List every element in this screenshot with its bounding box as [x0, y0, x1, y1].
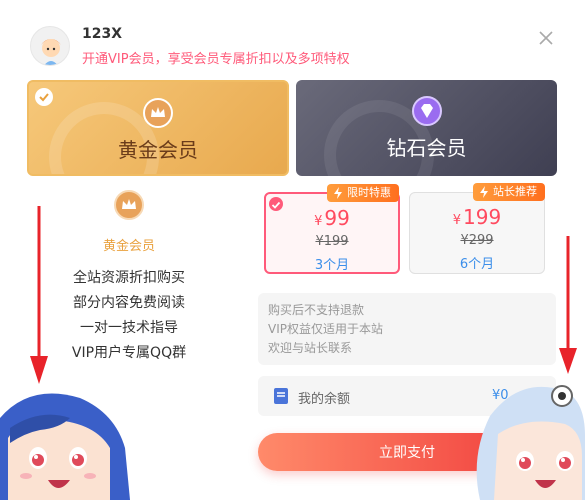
currency: ¥ — [314, 214, 323, 229]
subtitle: 开通VIP会员，享受会员专属折扣以及多项特权 — [82, 52, 350, 67]
wallet-icon — [274, 388, 288, 404]
crown-badge-icon — [143, 98, 173, 128]
tag-label: 站长推荐 — [493, 185, 537, 198]
bolt-icon — [480, 186, 488, 198]
price-option-3-months[interactable]: 限时特惠 ¥99 ¥199 3个月 — [264, 184, 400, 274]
crown-badge-icon — [114, 190, 144, 220]
note-item: 购买后不支持退款 — [268, 303, 365, 317]
plan-label: 黄金会员 — [118, 138, 198, 162]
purchase-notes: 购买后不支持退款 VIP权益仅适用于本站 欢迎与站长联系 — [258, 293, 556, 365]
diamond-badge-icon — [411, 96, 442, 126]
period: 3个月 — [314, 258, 350, 273]
original-price: ¥199 — [315, 234, 349, 249]
promo-tag: 限时特惠 — [327, 184, 399, 202]
note-item: 欢迎与站长联系 — [268, 341, 353, 355]
promo-tag: 站长推荐 — [473, 183, 545, 201]
price-amount: 199 — [463, 205, 502, 229]
user-avatar-icon — [41, 39, 61, 65]
close-icon[interactable] — [536, 28, 556, 48]
arrow-down-icon — [559, 236, 577, 374]
mascot-girl-left-icon — [0, 393, 130, 500]
plan-card-gold[interactable]: 黄金会员 — [27, 80, 289, 176]
balance-label: 我的余额 — [298, 392, 351, 407]
price-value: ¥199 — [410, 205, 544, 229]
original-price: ¥299 — [460, 233, 494, 248]
tag-label: 限时特惠 — [347, 186, 391, 199]
username: 123X — [82, 26, 123, 42]
price-value: ¥99 — [266, 206, 398, 230]
note-item: VIP权益仅适用于本站 — [268, 322, 383, 336]
avatar — [30, 26, 70, 66]
plan-label: 钻石会员 — [386, 136, 467, 160]
plan-card-diamond[interactable]: 钻石会员 — [296, 80, 557, 176]
period: 6个月 — [459, 257, 495, 272]
bolt-icon — [334, 187, 342, 199]
arrow-down-icon — [30, 206, 48, 384]
check-icon — [35, 88, 53, 106]
price-option-6-months[interactable]: 站长推荐 ¥199 ¥299 6个月 — [409, 183, 545, 274]
mascot-girl-right-icon — [476, 385, 585, 500]
price-amount: 99 — [324, 206, 350, 230]
currency: ¥ — [452, 213, 462, 228]
